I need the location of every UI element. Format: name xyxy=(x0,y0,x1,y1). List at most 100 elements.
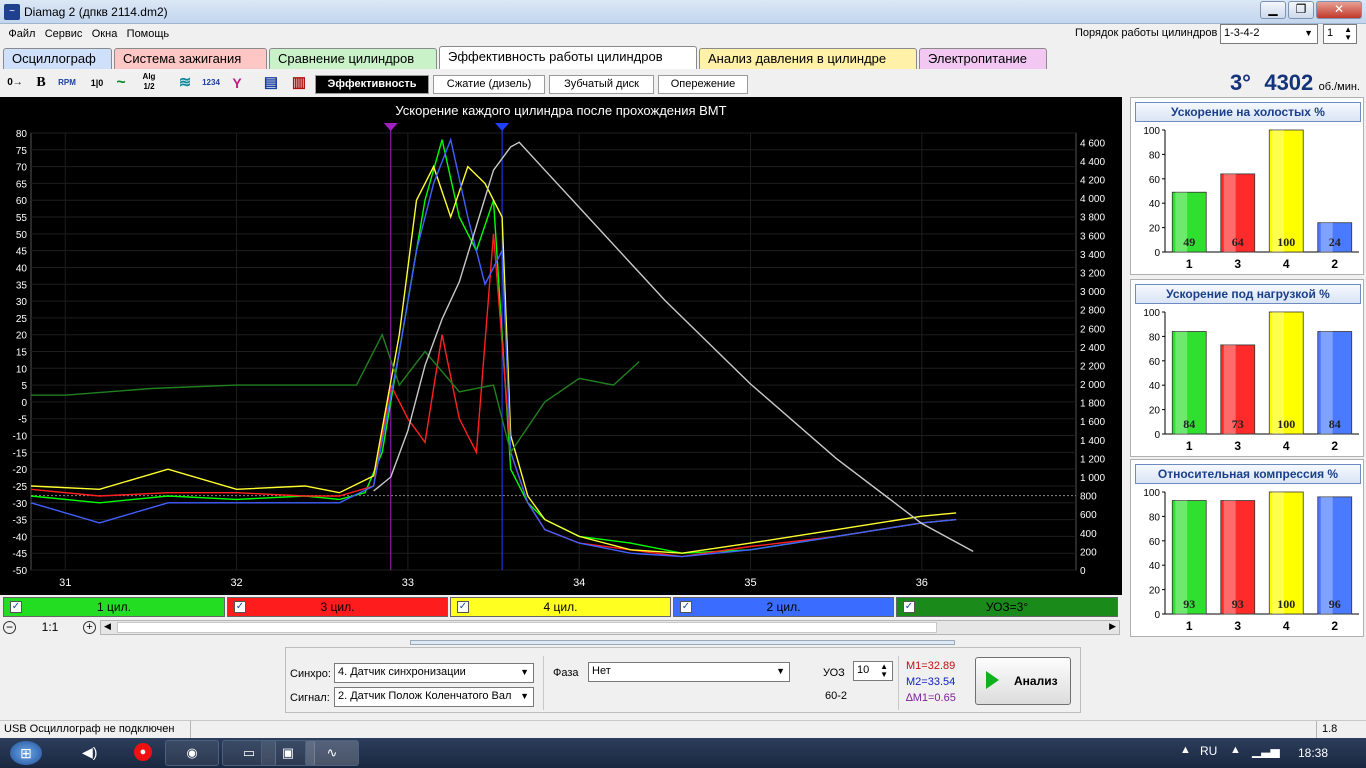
legend-label: УОЗ=3° xyxy=(985,600,1029,614)
x-tick-label: 36 xyxy=(916,577,928,589)
y-left-tick-label: -5 xyxy=(18,415,27,426)
tray-expand-icon[interactable]: ▲ xyxy=(1180,744,1191,756)
scroll-left-icon[interactable]: ◀ xyxy=(104,621,111,632)
y-right-tick-label: 3 800 xyxy=(1080,213,1105,224)
menu-help[interactable]: Помощь xyxy=(124,25,173,43)
tab-oscilloscope[interactable]: Осциллограф xyxy=(3,48,112,69)
y-tick-label: 60 xyxy=(1149,175,1161,186)
checkbox-checked-icon[interactable]: ✓ xyxy=(680,601,692,613)
menu-file[interactable]: Файл xyxy=(5,25,38,43)
legend-item-cyl4[interactable]: ✓ 4 цил. xyxy=(450,597,671,617)
chrome-taskbar-icon[interactable]: ◉ xyxy=(165,740,219,766)
legend-item-cyl1[interactable]: ✓ 1 цил. xyxy=(3,597,225,617)
y-right-tick-label: 2 800 xyxy=(1080,306,1105,317)
zoom-in-icon[interactable]: + xyxy=(83,621,96,634)
chart-title: Ускорение каждого цилиндра после прохожд… xyxy=(395,103,726,118)
y-right-tick-label: 3 600 xyxy=(1080,231,1105,242)
waveform-icon[interactable]: ~ xyxy=(110,72,132,94)
tab-ignition[interactable]: Система зажигания xyxy=(114,48,267,69)
close-button[interactable]: ✕ xyxy=(1316,1,1362,19)
acceleration-chart[interactable]: Ускорение каждого цилиндра после прохожд… xyxy=(0,97,1122,595)
bar-value-label: 93 xyxy=(1183,597,1195,611)
bar-category-label: 3 xyxy=(1234,619,1241,633)
zoom-out-icon[interactable]: − xyxy=(3,621,16,634)
uoz-spinner[interactable]: 10 ▲ ▼ xyxy=(853,661,893,681)
subtab-efficiency[interactable]: Эффективность xyxy=(315,75,429,94)
y-left-tick-label: 0 xyxy=(21,398,27,409)
cylinder-order-select[interactable]: 1-3-4-2 ▼ xyxy=(1220,24,1318,44)
checkbox-checked-icon[interactable]: ✓ xyxy=(903,601,915,613)
y-left-tick-label: -30 xyxy=(13,499,28,510)
signal-select[interactable]: 2. Датчик Полож Коленчатого Вал ▼ xyxy=(334,687,534,707)
chevron-down-icon: ▼ xyxy=(518,691,529,701)
bar-category-label: 4 xyxy=(1283,619,1290,633)
record-icon[interactable]: ● xyxy=(134,743,152,761)
rpm-gauge-icon[interactable]: RPM xyxy=(56,72,78,94)
y-right-tick-label: 1 800 xyxy=(1080,399,1105,410)
phase-label: Фаза xyxy=(553,667,579,679)
menu-windows[interactable]: Окна xyxy=(89,25,121,43)
algorithm-icon[interactable]: Alg 1/2 xyxy=(138,72,160,94)
maximize-button[interactable]: ❐ xyxy=(1288,1,1314,19)
panel-load-acceleration: Ускорение под нагрузкой % 100 80 60 40 20 0 84… xyxy=(1130,279,1364,457)
speaker-icon[interactable]: ◀) xyxy=(82,744,97,761)
y-tick-label: 0 xyxy=(1154,248,1160,259)
signal-strength-icon[interactable]: ▁▃▅ xyxy=(1252,744,1280,758)
clock[interactable]: 18:38 xyxy=(1298,746,1328,760)
menu-service[interactable]: Сервис xyxy=(42,25,86,43)
cylinder-index-spinner[interactable]: 1 ▲ ▼ xyxy=(1323,24,1357,44)
y-tick-label: 100 xyxy=(1143,126,1160,137)
tab-power-supply[interactable]: Электропитание xyxy=(919,48,1047,69)
diamag-taskbar-icon[interactable]: ∿ xyxy=(305,740,359,766)
minimize-button[interactable]: ▁ xyxy=(1260,1,1286,19)
antenna-icon[interactable]: Y xyxy=(226,72,248,94)
checkbox-checked-icon[interactable]: ✓ xyxy=(234,601,246,613)
series-line xyxy=(30,233,957,558)
y-tick-label: 80 xyxy=(1149,332,1161,343)
zero-offset-icon[interactable]: 0→ xyxy=(4,72,26,94)
y-left-tick-label: 75 xyxy=(16,146,28,157)
signal-value: 2. Датчик Полож Коленчатого Вал xyxy=(338,690,512,702)
start-button-icon[interactable]: ⊞ xyxy=(10,741,42,765)
splitter-handle[interactable] xyxy=(410,640,955,645)
y-right-tick-label: 4 000 xyxy=(1080,194,1105,205)
legend-item-uoz[interactable]: ✓ УОЗ=3° xyxy=(896,597,1118,617)
scale-icon[interactable]: 1|0 xyxy=(86,72,108,94)
y-left-tick-label: 25 xyxy=(16,314,28,325)
tray-arrow-icon[interactable]: ▲ xyxy=(1230,744,1241,756)
car-icon[interactable]: ▤ xyxy=(260,72,282,94)
legend-item-cyl2[interactable]: ✓ 2 цил. xyxy=(673,597,894,617)
y-right-tick-label: 4 600 xyxy=(1080,138,1105,149)
phase-select[interactable]: Нет ▼ xyxy=(588,662,790,682)
scroll-right-icon[interactable]: ▶ xyxy=(1109,621,1116,632)
analyze-button[interactable]: Анализ xyxy=(975,657,1071,705)
side-panels: Ускорение на холостых % 100 80 60 40 20 0 49 1 6… xyxy=(1130,97,1364,637)
cylinder-numbers-icon[interactable]: 1234 xyxy=(200,72,222,94)
bar-value-label: 84 xyxy=(1329,417,1341,431)
tab-cylinder-efficiency[interactable]: Эффективность работы цилиндров xyxy=(439,46,697,69)
tab-pressure-analysis[interactable]: Анализ давления в цилиндре xyxy=(699,48,917,69)
subtab-advance[interactable]: Опережение xyxy=(658,75,748,94)
tab-cylinder-compare[interactable]: Сравнение цилиндров xyxy=(269,48,437,69)
uoz-value: 10 xyxy=(857,664,870,676)
language-indicator[interactable]: RU xyxy=(1200,744,1217,758)
filter-wave-icon[interactable]: ≋ xyxy=(174,72,196,94)
scrollbar-thumb[interactable] xyxy=(117,622,937,633)
checkbox-checked-icon[interactable]: ✓ xyxy=(10,601,22,613)
y-left-tick-label: 80 xyxy=(16,129,28,140)
chart-canvas[interactable]: Ускорение каждого цилиндра после прохожд… xyxy=(0,97,1122,595)
y-right-tick-label: 3 200 xyxy=(1080,268,1105,279)
y-left-tick-label: 70 xyxy=(16,163,28,174)
chart-icon[interactable]: ▥ xyxy=(288,72,310,94)
app-icon: ~ xyxy=(4,4,20,20)
sync-select[interactable]: 4. Датчик синхронизации ▼ xyxy=(334,663,534,683)
checkbox-checked-icon[interactable]: ✓ xyxy=(457,601,469,613)
legend-item-cyl3[interactable]: ✓ 3 цил. xyxy=(227,597,448,617)
y-right-tick-label: 1 600 xyxy=(1080,417,1105,428)
bold-b-icon[interactable]: B xyxy=(30,72,52,94)
panel-title: Относительная компрессия % xyxy=(1135,464,1361,484)
subtab-toothed-disk[interactable]: Зубчатый диск xyxy=(549,75,654,94)
panel-title: Ускорение на холостых % xyxy=(1135,102,1361,122)
subtab-compression-diesel[interactable]: Сжатие (дизель) xyxy=(433,75,545,94)
horizontal-scrollbar[interactable]: ◀ ▶ xyxy=(100,620,1120,635)
